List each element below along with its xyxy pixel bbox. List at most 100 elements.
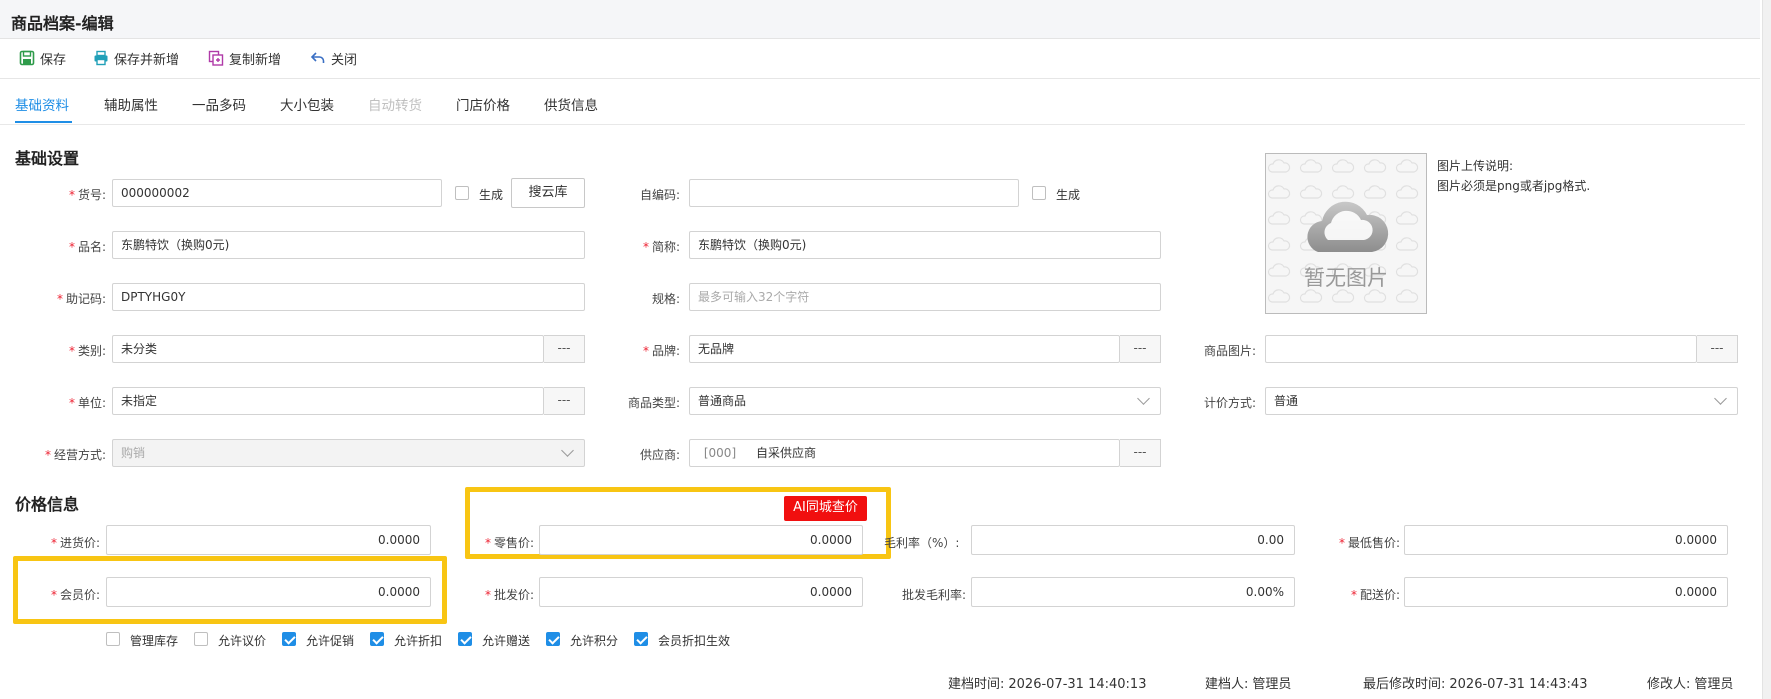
name-label: * 品名: [68, 240, 106, 254]
allow-points-label: 允许积分 [570, 634, 619, 648]
sku-generate-checkbox[interactable] [455, 186, 469, 200]
product-image-label: 商品图片: [1203, 344, 1256, 358]
gross-margin-label: 毛利率（%）: [884, 536, 960, 550]
tab-store-price[interactable]: 门店价格 [456, 94, 510, 114]
section-title-price: 价格信息 [15, 495, 80, 514]
title-bar: 商品档案-编辑 [0, 0, 1760, 39]
product-image-input[interactable] [1265, 335, 1697, 363]
allow-discount-label: 允许折扣 [394, 634, 443, 648]
tab-auxiliary-attributes[interactable]: 辅助属性 [104, 94, 158, 114]
image-upload-note-text: 图片必须是png或者jpg格式. [1437, 179, 1591, 193]
business-mode-select: 购销 [112, 439, 585, 467]
gross-margin-input[interactable]: 0.00 [971, 525, 1295, 555]
retail-price-label: * 零售价: [484, 536, 534, 550]
no-image-text: 暂无图片 [1304, 266, 1388, 290]
allow-points-checkbox[interactable] [546, 632, 560, 646]
toolbar: 保存 保存并新增 复制新增 关闭 [0, 38, 1760, 79]
modifier: 修改人: 管理员 [1647, 677, 1734, 692]
custom-code-input[interactable] [689, 179, 1019, 207]
close-button[interactable]: 关闭 [310, 48, 357, 68]
search-cloud-button[interactable]: 搜云库 [511, 178, 585, 208]
product-type-label: 商品类型: [627, 396, 680, 410]
pricing-method-select[interactable]: 普通 [1265, 387, 1738, 415]
member-price-input[interactable]: 0.0000 [106, 577, 431, 607]
member-price-label: * 会员价: [50, 588, 100, 602]
copy-new-button[interactable]: 复制新增 [208, 48, 281, 68]
short-name-label: * 简称: [642, 240, 680, 254]
product-image-picker-button[interactable]: --- [1697, 335, 1738, 363]
supplier-name: 自采供应商 [756, 446, 817, 460]
manage-stock-checkbox[interactable] [106, 632, 120, 646]
purchase-price-label: * 进货价: [50, 536, 100, 550]
supplier-code: [000] [703, 446, 737, 460]
save-label: 保存 [40, 52, 67, 68]
product-image-placeholder[interactable]: 暂无图片 [1265, 153, 1427, 314]
allow-gift-label: 允许赠送 [482, 634, 531, 648]
mnemonic-label: * 助记码: [56, 292, 106, 306]
wholesale-margin-label: 批发毛利率: [901, 588, 966, 602]
delivery-price-input[interactable]: 0.0000 [1404, 577, 1728, 607]
sku-input[interactable]: 000000002 [112, 179, 442, 207]
wholesale-price-input[interactable]: 0.0000 [539, 577, 863, 607]
short-name-input[interactable]: 东鹏特饮（换购0元) [689, 231, 1161, 259]
tab-supply-info[interactable]: 供货信息 [544, 94, 598, 114]
allow-bargain-checkbox[interactable] [194, 632, 208, 646]
save-button[interactable]: 保存 [19, 48, 66, 68]
brand-picker-button[interactable]: --- [1120, 335, 1161, 363]
supplier-label: 供应商: [639, 448, 680, 462]
sku-label: * 货号: [68, 188, 106, 202]
mnemonic-input[interactable]: DPTYHG0Y [112, 283, 585, 311]
pricing-method-label: 计价方式: [1203, 396, 1256, 410]
save-and-new-label: 保存并新增 [114, 52, 180, 68]
close-label: 关闭 [331, 52, 358, 68]
product-type-select[interactable]: 普通商品 [689, 387, 1161, 415]
wholesale-margin-input[interactable]: 0.00% [971, 577, 1295, 607]
supplier-picker-button[interactable]: --- [1120, 439, 1161, 467]
printer-icon [94, 50, 108, 66]
unit-input[interactable]: 未指定 [112, 387, 544, 415]
brand-label: * 品牌: [642, 344, 680, 358]
purchase-price-input[interactable]: 0.0000 [106, 525, 431, 555]
business-mode-label: * 经营方式: [44, 448, 106, 462]
modified-time: 最后修改时间: 2026-07-31 14:43:43 [1363, 677, 1588, 692]
save-and-new-button[interactable]: 保存并新增 [93, 48, 179, 68]
allow-promotion-checkbox[interactable] [282, 632, 296, 646]
unit-label: * 单位: [68, 396, 106, 410]
brand-input[interactable]: 无品牌 [689, 335, 1120, 363]
ai-city-price-check-button[interactable]: AI同城查价 [784, 496, 867, 521]
member-discount-effective-label: 会员折扣生效 [658, 634, 731, 648]
retail-price-input[interactable]: 0.0000 [539, 525, 863, 555]
section-title-basic: 基础设置 [15, 149, 80, 168]
member-discount-effective-checkbox[interactable] [634, 632, 648, 646]
manage-stock-label: 管理库存 [130, 634, 179, 648]
min-price-input[interactable]: 0.0000 [1404, 525, 1728, 555]
allow-gift-checkbox[interactable] [458, 632, 472, 646]
window-title: 商品档案-编辑 [11, 14, 114, 33]
tab-bar: 基础资料 辅助属性 一品多码 大小包装 自动转货 门店价格 供货信息 [0, 80, 1745, 125]
active-tab-indicator [15, 121, 72, 123]
sku-generate-label: 生成 [479, 188, 504, 202]
tab-multi-barcode[interactable]: 一品多码 [192, 94, 246, 114]
vertical-scrollbar[interactable] [1762, 0, 1771, 699]
allow-discount-checkbox[interactable] [370, 632, 384, 646]
custom-code-generate-label: 生成 [1056, 188, 1081, 202]
spec-input[interactable]: 最多可输入32个字符 [689, 283, 1161, 311]
tab-auto-transfer: 自动转货 [368, 98, 422, 114]
custom-code-generate-checkbox[interactable] [1032, 186, 1046, 200]
delivery-price-label: * 配送价: [1350, 588, 1400, 602]
tab-package-sizes[interactable]: 大小包装 [280, 94, 334, 114]
name-input[interactable]: 东鹏特饮（换购0元) [112, 231, 585, 259]
allow-bargain-label: 允许议价 [218, 634, 267, 648]
creator: 建档人: 管理员 [1205, 677, 1292, 692]
save-icon [19, 50, 35, 66]
copy-icon [208, 50, 224, 66]
wholesale-price-label: * 批发价: [484, 588, 534, 602]
unit-picker-button[interactable]: --- [544, 387, 585, 415]
tab-basic-info[interactable]: 基础资料 [15, 94, 69, 114]
copy-new-label: 复制新增 [229, 52, 282, 68]
category-label: * 类别: [68, 344, 106, 358]
allow-promotion-label: 允许促销 [306, 634, 355, 648]
category-picker-button[interactable]: --- [544, 335, 585, 363]
supplier-input[interactable]: [000] 自采供应商 [689, 439, 1120, 467]
category-input[interactable]: 未分类 [112, 335, 544, 363]
